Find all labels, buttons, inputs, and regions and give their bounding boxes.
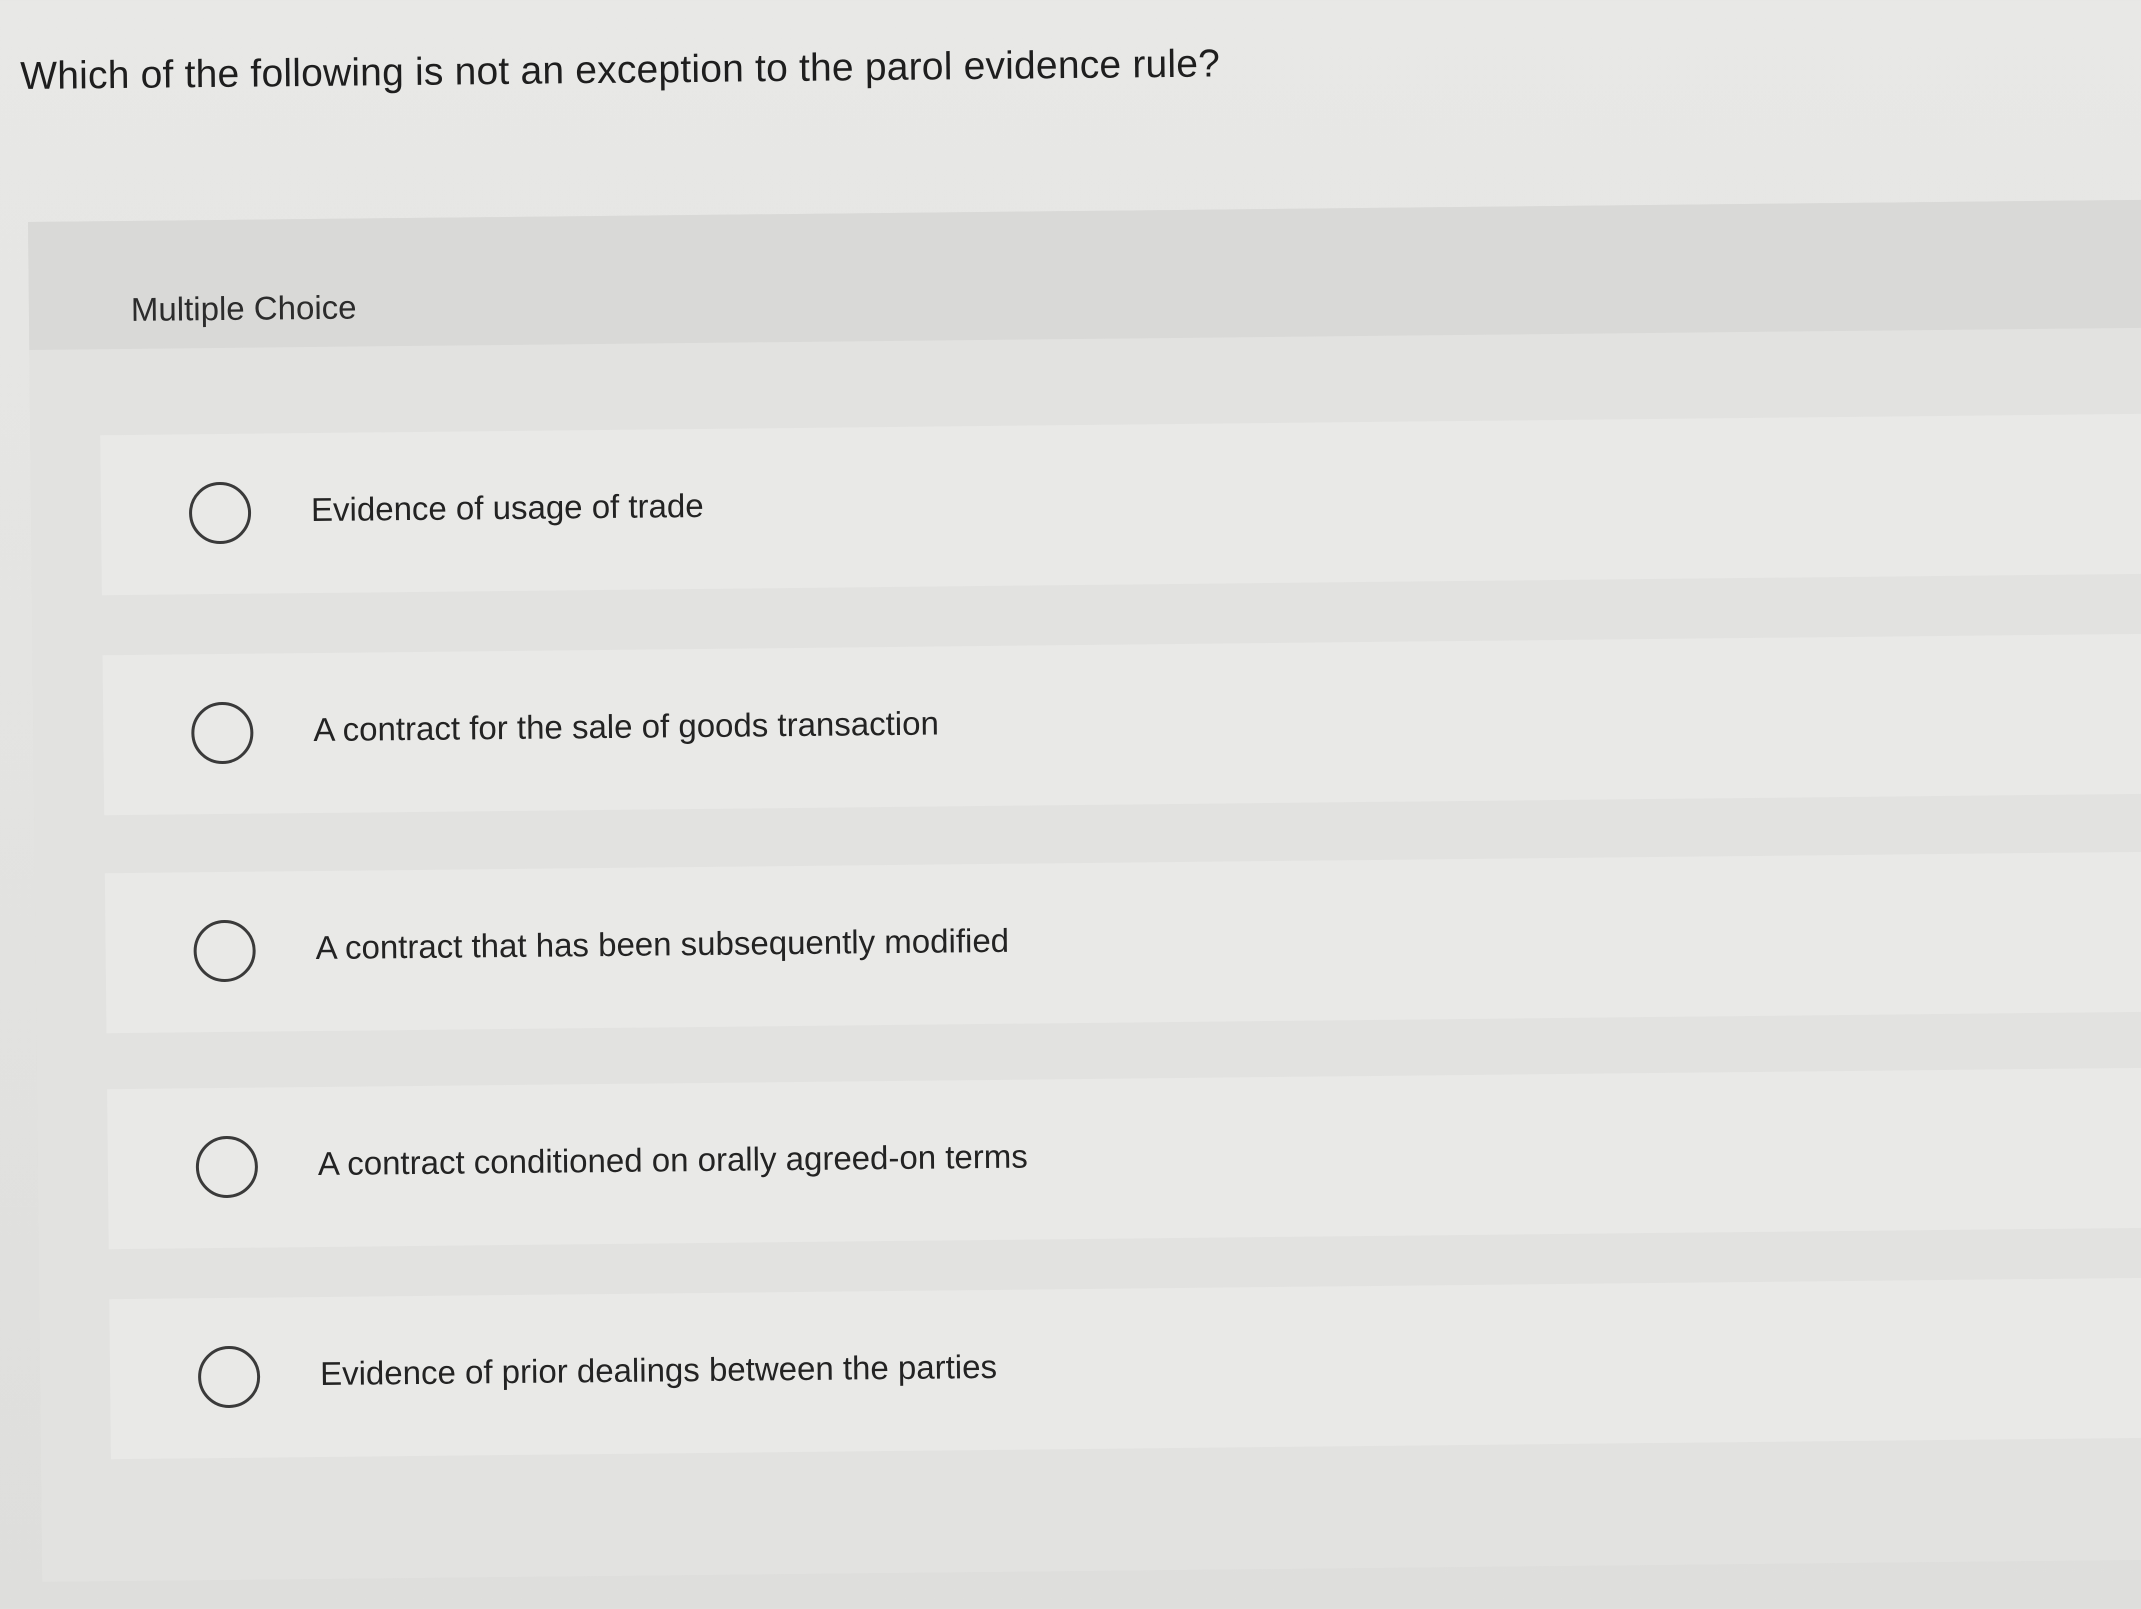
option-label-5[interactable]: Evidence of prior dealings between the p… [320,1348,997,1393]
question-text: Which of the following is not an excepti… [20,42,1221,98]
radio-button-2[interactable] [191,701,254,765]
multiple-choice-panel: Multiple Choice Evidence of usage of tra… [28,199,2141,1582]
radio-button-5[interactable] [197,1345,261,1409]
panel-header: Multiple Choice [28,199,2141,350]
radio-button-1[interactable] [188,481,252,545]
radio-button-4[interactable] [195,1135,259,1199]
option-label-2[interactable]: A contract for the sale of goods transac… [313,704,939,749]
answer-option-4[interactable]: A contract conditioned on orally agreed-… [107,1067,2141,1250]
option-label-4[interactable]: A contract conditioned on orally agreed-… [318,1138,1028,1183]
answer-option-1[interactable]: Evidence of usage of trade [100,413,2141,596]
option-label-1[interactable]: Evidence of usage of trade [311,487,704,529]
answer-option-5[interactable]: Evidence of prior dealings between the p… [109,1277,2141,1460]
answer-option-2[interactable]: A contract for the sale of goods transac… [102,633,2141,816]
option-label-3[interactable]: A contract that has been subsequently mo… [315,922,1009,967]
radio-button-3[interactable] [193,919,256,983]
answer-option-3[interactable]: A contract that has been subsequently mo… [104,851,2141,1034]
options-list: Evidence of usage of trade A contract fo… [29,327,2141,1582]
panel-title: Multiple Choice [130,288,357,328]
